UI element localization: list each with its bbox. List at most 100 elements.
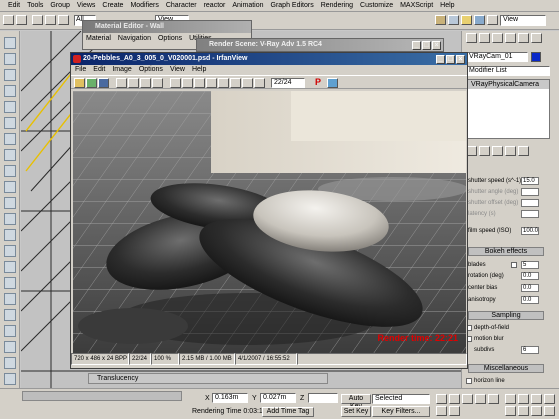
roll-icon[interactable] bbox=[531, 406, 542, 416]
open-icon[interactable] bbox=[74, 78, 85, 88]
paste-icon[interactable] bbox=[152, 78, 163, 88]
page-number-field[interactable]: 22/24 bbox=[271, 78, 305, 88]
rotation-spinner[interactable]: 0.0 bbox=[521, 272, 539, 280]
create-sphere-icon[interactable] bbox=[4, 53, 16, 65]
modify-tab-icon[interactable] bbox=[479, 33, 490, 43]
modifier-stack[interactable]: VRayPhysicalCamera bbox=[466, 79, 550, 139]
motion-tab-icon[interactable] bbox=[505, 33, 516, 43]
minimize-icon[interactable]: _ bbox=[412, 40, 421, 50]
create-text-icon[interactable] bbox=[4, 261, 16, 273]
minimize-icon[interactable]: _ bbox=[436, 54, 445, 64]
save-icon[interactable] bbox=[98, 78, 109, 88]
mat-menu-material[interactable]: Material bbox=[86, 35, 111, 42]
make-unique-icon[interactable] bbox=[492, 146, 503, 156]
create-cylinder-icon[interactable] bbox=[4, 69, 16, 81]
maximize-icon[interactable]: □ bbox=[422, 40, 431, 50]
material-editor-titlebar[interactable]: Material Editor - Wall bbox=[83, 21, 251, 33]
iv-menu-view[interactable]: View bbox=[170, 66, 185, 73]
render-type-icon[interactable] bbox=[461, 15, 472, 25]
object-color-swatch[interactable] bbox=[531, 52, 541, 62]
create-pyramid-icon[interactable] bbox=[4, 165, 16, 177]
horizon-line-checkbox[interactable] bbox=[466, 378, 472, 384]
menu-character[interactable]: Character bbox=[166, 2, 197, 9]
selected-dropdown[interactable]: Selected bbox=[372, 394, 430, 404]
iv-menu-options[interactable]: Options bbox=[139, 66, 163, 73]
menu-reactor[interactable]: reactor bbox=[204, 2, 226, 9]
blades-checkbox[interactable] bbox=[511, 262, 517, 268]
link-icon[interactable] bbox=[32, 15, 43, 25]
bokeh-rollout-header[interactable]: Bokeh effects bbox=[468, 247, 544, 256]
delete-icon[interactable] bbox=[116, 78, 127, 88]
previous-image-icon[interactable] bbox=[242, 78, 253, 88]
cut-icon[interactable] bbox=[128, 78, 139, 88]
zoom-out-icon[interactable] bbox=[206, 78, 217, 88]
next-image-icon[interactable] bbox=[254, 78, 265, 88]
object-name-field[interactable]: VRayCam_01 bbox=[466, 52, 528, 62]
maximize-icon[interactable]: □ bbox=[446, 54, 455, 64]
next-frame-icon[interactable] bbox=[475, 394, 486, 404]
menu-customize[interactable]: Customize bbox=[360, 2, 393, 9]
display-tab-icon[interactable] bbox=[518, 33, 529, 43]
modifier-list-dropdown[interactable]: Modifier List bbox=[466, 66, 550, 76]
utilities-tab-icon[interactable] bbox=[531, 33, 542, 43]
render-last-icon[interactable] bbox=[474, 15, 485, 25]
bind-icon[interactable] bbox=[58, 15, 69, 25]
close-icon[interactable]: × bbox=[432, 40, 441, 50]
previous-frame-icon[interactable] bbox=[449, 394, 460, 404]
irfanview-titlebar[interactable]: 20-Pebbles_A0_3_005_0_V020001.psd - Irfa… bbox=[71, 53, 467, 65]
copy-icon[interactable] bbox=[140, 78, 151, 88]
center-bias-spinner[interactable]: 0.0 bbox=[521, 284, 539, 292]
remove-modifier-icon[interactable] bbox=[505, 146, 516, 156]
menu-views[interactable]: Views bbox=[77, 2, 96, 9]
menu-create[interactable]: Create bbox=[102, 2, 123, 9]
truck-icon[interactable] bbox=[544, 406, 555, 416]
redo-icon[interactable] bbox=[16, 15, 27, 25]
create-plane-icon[interactable] bbox=[4, 181, 16, 193]
create-tab-icon[interactable] bbox=[466, 33, 477, 43]
create-line-icon[interactable] bbox=[4, 197, 16, 209]
create-helper-icon[interactable] bbox=[4, 341, 16, 353]
menu-help[interactable]: Help bbox=[440, 2, 454, 9]
menu-graph-editors[interactable]: Graph Editors bbox=[271, 2, 314, 9]
show-end-result-icon[interactable] bbox=[479, 146, 490, 156]
anisotropy-spinner[interactable]: 0.0 bbox=[521, 296, 539, 304]
shutter-speed-spinner[interactable]: 15.0 bbox=[521, 177, 539, 185]
render-icon[interactable] bbox=[435, 15, 446, 25]
create-helix-icon[interactable] bbox=[4, 293, 16, 305]
iv-menu-file[interactable]: File bbox=[75, 66, 86, 73]
create-spacewarp-icon[interactable] bbox=[4, 357, 16, 369]
print-icon[interactable]: P bbox=[313, 77, 323, 88]
slideshow-icon[interactable] bbox=[86, 78, 97, 88]
create-camera-icon[interactable] bbox=[4, 325, 16, 337]
menu-rendering[interactable]: Rendering bbox=[321, 2, 353, 9]
zoom-icon[interactable] bbox=[518, 394, 529, 404]
create-geosphere-icon[interactable] bbox=[4, 133, 16, 145]
unlink-icon[interactable] bbox=[45, 15, 56, 25]
x-coord-field[interactable]: 0.163m bbox=[212, 393, 248, 403]
configure-sets-icon[interactable] bbox=[518, 146, 529, 156]
iso-spinner[interactable]: 100.0 bbox=[521, 227, 539, 235]
capture-icon[interactable] bbox=[327, 78, 338, 88]
set-key-button[interactable]: Set Key bbox=[341, 406, 371, 417]
menu-edit[interactable]: Edit bbox=[8, 2, 20, 9]
render-scene-titlebar[interactable]: Render Scene: V-Ray Adv 1.5 RC4 _ □ × bbox=[197, 39, 443, 51]
timeline-slider-area[interactable] bbox=[22, 391, 182, 401]
close-icon[interactable]: × bbox=[456, 54, 465, 64]
auto-key-button[interactable]: Auto Key bbox=[341, 394, 371, 410]
sampling-rollout-header[interactable]: Sampling bbox=[468, 311, 544, 320]
undo-icon[interactable] bbox=[3, 15, 14, 25]
mat-menu-navigation[interactable]: Navigation bbox=[118, 35, 151, 42]
create-arc-icon[interactable] bbox=[4, 229, 16, 241]
menu-group[interactable]: Group bbox=[50, 2, 69, 9]
maximize-viewport-icon[interactable] bbox=[544, 394, 555, 404]
dolly-icon[interactable] bbox=[518, 406, 529, 416]
iv-menu-edit[interactable]: Edit bbox=[93, 66, 105, 73]
create-torus-icon[interactable] bbox=[4, 85, 16, 97]
goto-start-icon[interactable] bbox=[436, 394, 447, 404]
create-circle-icon[interactable] bbox=[4, 213, 16, 225]
key-filters-button[interactable]: Key Filters... bbox=[372, 406, 430, 417]
play-icon[interactable] bbox=[462, 394, 473, 404]
menu-modifiers[interactable]: Modifiers bbox=[130, 2, 158, 9]
rotate-left-icon[interactable] bbox=[218, 78, 229, 88]
hierarchy-tab-icon[interactable] bbox=[492, 33, 503, 43]
